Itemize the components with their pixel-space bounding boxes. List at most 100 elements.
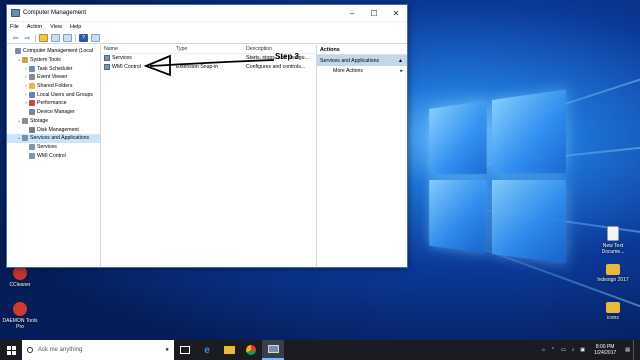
desktop-icon-label: icons xyxy=(607,315,619,321)
collapse-icon[interactable]: ▲ xyxy=(398,58,403,64)
tree-node-label: Services xyxy=(37,143,57,150)
folder-icon xyxy=(606,302,620,313)
windows-start-icon xyxy=(6,345,16,355)
tree-node[interactable]: Disk Management xyxy=(7,125,100,134)
menu-bar: File Action View Help xyxy=(7,22,407,32)
chevron-up-icon[interactable]: ⌃ xyxy=(551,347,555,353)
tree-node[interactable]: Computer Management (Local xyxy=(7,47,100,56)
more-actions-item[interactable]: More Actions ▸ xyxy=(317,66,407,76)
submenu-arrow-icon: ▸ xyxy=(400,68,403,74)
clock[interactable]: 8:00 PM 1/24/2017 xyxy=(594,344,616,356)
taskbar-edge[interactable]: e xyxy=(196,340,218,360)
desktop-shortcut-daemon-tools[interactable]: DAEMON Tools Pro xyxy=(0,302,40,330)
desktop-shortcut-text-document[interactable]: New Text Docume... xyxy=(593,226,633,255)
cortana-circle-icon xyxy=(27,347,33,353)
desktop-shortcut-icons-folder[interactable]: icons xyxy=(593,302,633,321)
properties-icon[interactable] xyxy=(91,33,100,42)
help-icon[interactable]: ? xyxy=(79,33,88,42)
show-hide-tree-icon[interactable] xyxy=(51,33,60,42)
folder-icon xyxy=(606,264,620,275)
notifications-icon[interactable]: ▤ xyxy=(625,347,630,353)
clock-icon xyxy=(29,65,35,72)
desktop-icon-label: New Text Docume... xyxy=(601,243,625,255)
actions-section[interactable]: Services and Applications ▲ xyxy=(317,55,407,66)
navigation-tree: Computer Management (Local ⌄ System Tools ›… xyxy=(7,45,101,267)
column-type[interactable]: Type xyxy=(173,46,243,52)
tree-node[interactable]: ⌄ Storage xyxy=(7,117,100,126)
menu-file[interactable]: File xyxy=(10,24,19,30)
up-folder-icon[interactable] xyxy=(39,33,48,42)
export-list-icon[interactable] xyxy=(63,33,72,42)
desktop-shortcut-ccleaner[interactable]: CCleaner xyxy=(0,266,40,288)
start-button[interactable] xyxy=(0,340,22,360)
folder-icon xyxy=(29,83,35,90)
back-arrow-icon[interactable]: ⇦ xyxy=(11,34,20,42)
tree-node[interactable]: ⌄ System Tools xyxy=(7,56,100,65)
tree-node[interactable]: WMI Control xyxy=(7,151,100,160)
taskbar-explorer[interactable] xyxy=(218,340,240,360)
tree-node-label: Disk Management xyxy=(37,126,79,133)
task-view-button[interactable] xyxy=(174,340,196,360)
title-bar[interactable]: Computer Management – ☐ ✕ xyxy=(7,5,407,22)
microphone-icon[interactable]: ● xyxy=(165,347,169,353)
forward-arrow-icon[interactable]: ⇨ xyxy=(23,34,32,42)
services-icon xyxy=(104,55,110,62)
desktop-icon-label: CCleaner xyxy=(9,282,31,288)
people-icon[interactable]: ⌂ xyxy=(542,347,545,353)
actions-section-label: Services and Applications xyxy=(320,57,380,64)
tree-node[interactable]: › Shared Folders xyxy=(7,82,100,91)
computer-management-icon xyxy=(11,9,20,17)
toolbar: ⇦ ⇨ ? xyxy=(7,32,407,44)
task-view-icon xyxy=(180,346,190,354)
column-name[interactable]: Name xyxy=(101,46,173,52)
windows-logo-wallpaper xyxy=(429,89,573,272)
chrome-icon xyxy=(246,345,256,355)
minimize-button[interactable]: – xyxy=(341,5,363,22)
system-tray: ⌂ ⌃ ▭ ♪ ▣ 8:00 PM 1/24/2017 ▤ xyxy=(539,340,640,360)
tree-node-label: Computer Management (Local xyxy=(23,48,94,55)
menu-action[interactable]: Action xyxy=(27,24,42,30)
services-apps-icon xyxy=(22,135,28,142)
tree-node-label: Device Manager xyxy=(37,109,75,116)
file-explorer-icon xyxy=(223,346,235,354)
details-list: Name Type Description Services Starts, s… xyxy=(101,45,317,267)
services-icon xyxy=(29,143,35,150)
tree-node[interactable]: › Local Users and Groups xyxy=(7,90,100,99)
tree-node[interactable]: Device Manager xyxy=(7,108,100,117)
close-button[interactable]: ✕ xyxy=(385,5,407,22)
list-item-wmi-control[interactable]: WMI Control Extension Snap-in Configures… xyxy=(101,63,316,72)
language-icon[interactable]: ▣ xyxy=(580,347,585,353)
wmi-icon xyxy=(104,63,110,70)
menu-help[interactable]: Help xyxy=(70,24,81,30)
network-icon[interactable]: ▭ xyxy=(561,347,566,353)
desktop-shortcut-indesign-folder[interactable]: Indesign 2017 xyxy=(593,264,633,283)
text-document-icon xyxy=(607,226,619,241)
show-desktop-button[interactable] xyxy=(633,340,636,360)
computer-icon xyxy=(15,48,21,55)
list-item-type: Extension Snap-in xyxy=(176,63,219,70)
tree-node-label: Task Scheduler xyxy=(37,65,73,72)
taskbar-search-box[interactable]: Ask me anything ● xyxy=(22,340,174,360)
tree-node[interactable]: › Event Viewer xyxy=(7,73,100,82)
maximize-button[interactable]: ☐ xyxy=(363,5,385,22)
actions-header: Actions xyxy=(317,45,407,55)
annotation-step-label: Step 3 xyxy=(275,52,300,61)
tree-node[interactable]: Services xyxy=(7,143,100,152)
tree-node[interactable]: › Task Scheduler xyxy=(7,64,100,73)
list-item-name: Services xyxy=(112,55,132,62)
volume-icon[interactable]: ♪ xyxy=(572,347,575,353)
taskbar-computer-management[interactable] xyxy=(262,340,284,360)
ccleaner-icon xyxy=(13,266,27,280)
event-icon xyxy=(29,74,35,81)
window-title: Computer Management xyxy=(23,10,87,16)
taskbar-chrome[interactable] xyxy=(240,340,262,360)
tree-node[interactable]: ⌄ Services and Applications xyxy=(7,133,100,143)
menu-view[interactable]: View xyxy=(50,24,62,30)
tree-node-label: Shared Folders xyxy=(37,83,73,90)
tree-node-label: Storage xyxy=(30,117,49,124)
more-actions-label: More Actions xyxy=(333,68,363,74)
wmi-icon xyxy=(29,152,35,159)
list-item-name: WMI Control xyxy=(112,63,141,70)
daemon-tools-icon xyxy=(13,302,27,316)
tree-node[interactable]: › Performance xyxy=(7,99,100,108)
